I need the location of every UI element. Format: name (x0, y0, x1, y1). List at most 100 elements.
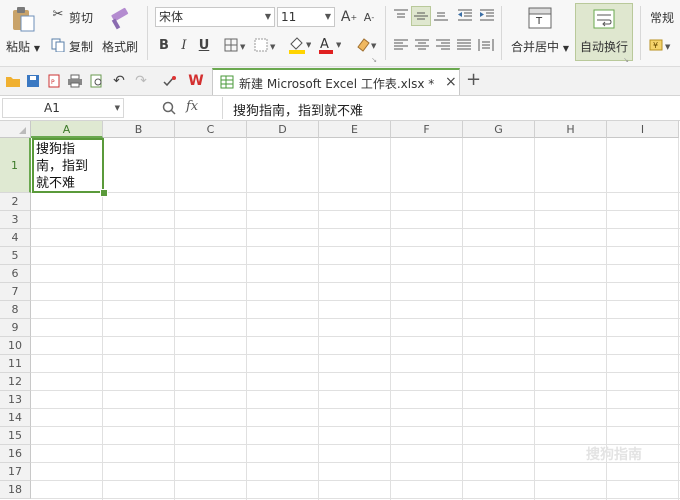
column-header[interactable]: A (31, 121, 103, 138)
grid-hline (31, 354, 680, 355)
column-header[interactable]: F (391, 121, 463, 138)
wrap-text-button[interactable]: 自动换行 (575, 3, 633, 61)
font-size-value: 11 (281, 10, 297, 24)
name-box[interactable]: A1 ▼ (2, 98, 124, 118)
cut-button[interactable]: 剪切 (69, 9, 93, 26)
borders-icon[interactable]: ▼ (222, 36, 248, 54)
align-right-icon[interactable] (434, 36, 452, 54)
number-format-combo[interactable]: 常规 (650, 9, 674, 26)
row-header[interactable]: 1 (0, 138, 31, 193)
row-header[interactable]: 6 (0, 265, 31, 283)
currency-format-icon[interactable]: ¥ ▼ (648, 36, 674, 54)
row-header[interactable]: 3 (0, 211, 31, 229)
format-painter-button[interactable]: 格式刷 (102, 38, 138, 55)
row-header[interactable]: 13 (0, 391, 31, 409)
decrease-indent-icon[interactable] (456, 6, 474, 24)
open-folder-icon[interactable] (4, 72, 22, 90)
column-header[interactable]: D (247, 121, 319, 138)
grid-hline (31, 300, 680, 301)
align-middle-icon[interactable] (411, 6, 431, 26)
chevron-down-icon: ▼ (264, 12, 271, 21)
print-icon[interactable] (66, 72, 84, 90)
svg-text:▼: ▼ (336, 41, 341, 49)
svg-text:▼: ▼ (270, 43, 276, 51)
italic-button[interactable]: I (176, 36, 192, 54)
paste-button[interactable]: 粘贴 ▼ (6, 38, 40, 55)
row-header[interactable]: 15 (0, 427, 31, 445)
customize-toolbar-icon[interactable] (160, 72, 178, 90)
grid-hline (31, 372, 680, 373)
wps-logo-icon[interactable]: W (186, 72, 206, 90)
dialog-launcher-icon[interactable]: ↘ (622, 56, 630, 64)
justify-icon[interactable] (455, 36, 473, 54)
increase-indent-icon[interactable] (478, 6, 496, 24)
new-tab-button[interactable]: + (466, 69, 481, 90)
column-header[interactable]: I (607, 121, 679, 138)
row-header[interactable]: 9 (0, 319, 31, 337)
svg-text:A: A (320, 37, 329, 52)
close-icon[interactable]: × (445, 74, 457, 90)
row-header[interactable]: 7 (0, 283, 31, 301)
bold-button[interactable]: B (156, 36, 172, 54)
row-header[interactable]: 4 (0, 229, 31, 247)
select-all-corner[interactable] (0, 121, 31, 138)
underline-button[interactable]: U (196, 36, 212, 54)
svg-text:▼: ▼ (306, 41, 311, 49)
insert-function-button[interactable]: fx (186, 99, 198, 114)
grid-hline (31, 282, 680, 283)
font-name-combo[interactable]: 宋体 ▼ (155, 7, 275, 27)
column-header[interactable]: B (103, 121, 175, 138)
font-size-combo[interactable]: 11 ▼ (277, 7, 335, 27)
row-header[interactable]: 10 (0, 337, 31, 355)
align-bottom-icon[interactable] (432, 6, 450, 24)
formula-bar: A1 ▼ fx 搜狗指南，指到就不难 (0, 96, 680, 121)
redo-icon[interactable]: ↷ (132, 72, 150, 90)
copy-button[interactable]: 复制 (69, 38, 93, 55)
row-header[interactable]: 17 (0, 463, 31, 481)
scissors-icon[interactable]: ✂ (50, 6, 66, 22)
column-header[interactable]: E (319, 121, 391, 138)
column-header[interactable]: G (463, 121, 535, 138)
row-header[interactable]: 12 (0, 373, 31, 391)
grid-hline (31, 462, 680, 463)
increase-font-icon[interactable]: A + (340, 8, 358, 26)
merge-center-button[interactable]: 合并居中 ▼ (511, 38, 569, 55)
decrease-font-icon[interactable]: A- (360, 8, 378, 26)
distributed-icon[interactable] (476, 36, 496, 54)
row-header[interactable]: 2 (0, 193, 31, 211)
row-header[interactable]: 8 (0, 301, 31, 319)
cell-a1-line: 南，指到 (36, 159, 89, 174)
align-top-icon[interactable] (392, 6, 410, 24)
align-center-icon[interactable] (413, 36, 431, 54)
font-color-icon[interactable]: A ▼ (316, 34, 342, 56)
print-preview-icon[interactable] (88, 72, 106, 90)
document-tab[interactable]: 新建 Microsoft Excel 工作表.xlsx * × (212, 68, 460, 95)
svg-text:¥: ¥ (653, 41, 658, 50)
row-header[interactable]: 18 (0, 481, 31, 499)
fill-pattern-icon[interactable]: ▼ (252, 36, 278, 54)
align-left-icon[interactable] (392, 36, 410, 54)
cell-a1[interactable]: 搜狗指 南，指到 就不难 (32, 138, 104, 193)
column-header[interactable]: H (535, 121, 607, 138)
fill-color-icon[interactable]: ▼ (286, 34, 312, 56)
spreadsheet-grid[interactable]: ABCDEFGHI 1 2 3 4 5 6 7 8 9 10 11 12 13 14 15 16 17 18 搜狗… (0, 121, 680, 500)
undo-icon[interactable]: ↶ (110, 72, 128, 90)
format-painter-icon[interactable] (106, 6, 134, 32)
zoom-search-icon[interactable] (160, 99, 178, 117)
row-header[interactable]: 5 (0, 247, 31, 265)
dialog-launcher-icon[interactable]: ↘ (370, 56, 378, 64)
export-pdf-icon[interactable]: P (45, 72, 63, 90)
copy-icon[interactable] (50, 37, 66, 53)
formula-input[interactable]: 搜狗指南，指到就不难 (222, 97, 680, 119)
chevron-down-icon: ▼ (114, 104, 120, 112)
fill-handle[interactable] (100, 189, 108, 197)
row-header[interactable]: 11 (0, 355, 31, 373)
paste-icon[interactable] (8, 4, 38, 34)
row-header[interactable]: 16 (0, 445, 31, 463)
column-header[interactable]: C (175, 121, 247, 138)
merge-center-icon[interactable]: T (527, 6, 553, 30)
save-icon[interactable] (24, 72, 42, 90)
row-header[interactable]: 14 (0, 409, 31, 427)
grid-hline (31, 390, 680, 391)
clear-format-icon[interactable]: ▼ (352, 34, 378, 56)
